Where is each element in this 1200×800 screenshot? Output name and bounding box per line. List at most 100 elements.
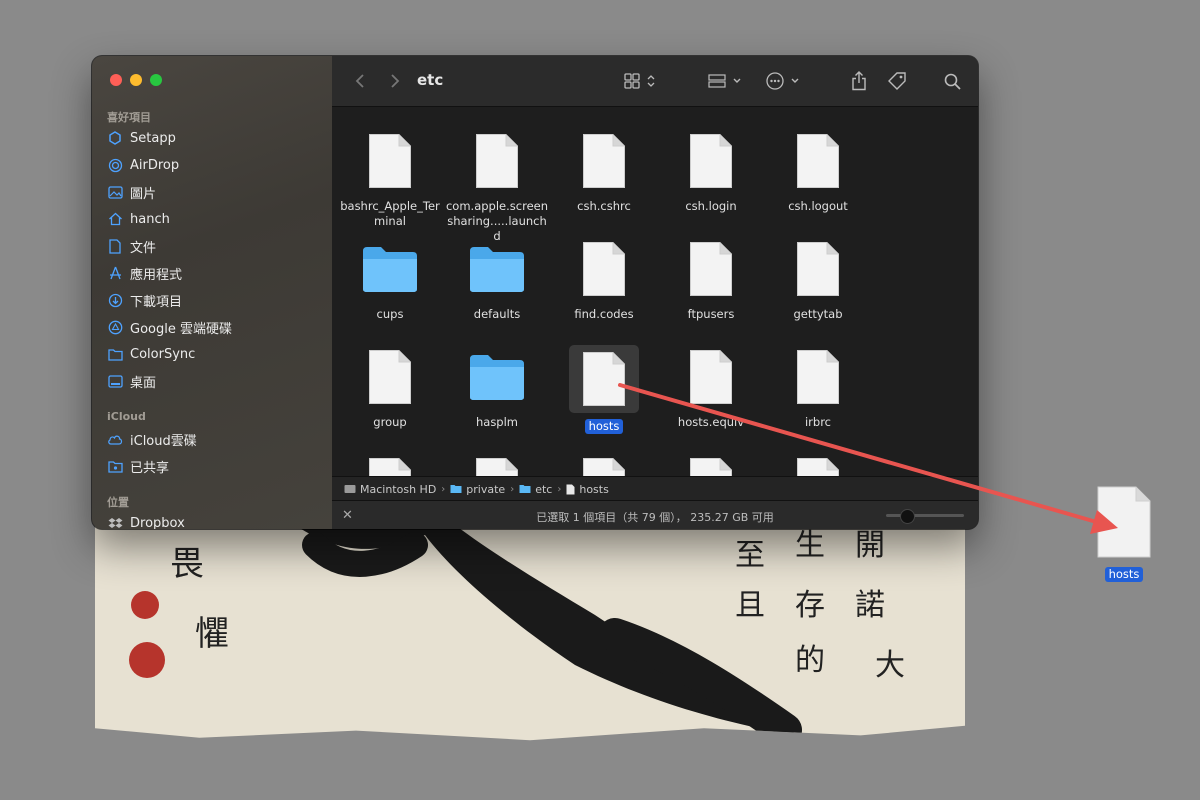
sidebar-item-home[interactable]: hanch: [107, 207, 170, 231]
svg-text:懼: 懼: [195, 614, 229, 654]
file-icon: [572, 237, 636, 301]
file-item-partial[interactable]: [765, 453, 871, 476]
document-icon: [107, 238, 123, 254]
file-item-hasplm[interactable]: hasplm: [444, 345, 550, 430]
sidebar-item-setapp[interactable]: Setapp: [107, 126, 176, 150]
svg-text:至: 至: [735, 538, 765, 573]
sidebar-item-shared[interactable]: 已共享: [107, 454, 169, 478]
folder-icon: [107, 346, 123, 362]
sidebar-section-icloud: iCloud: [107, 410, 146, 423]
file-item-find-codes[interactable]: find.codes: [551, 237, 657, 322]
file-item-partial[interactable]: [658, 453, 764, 476]
sidebar-item-applications[interactable]: 應用程式: [107, 261, 182, 285]
file-item-irbrc[interactable]: irbrc: [765, 345, 871, 430]
close-window-button[interactable]: [110, 74, 122, 86]
file-item-partial[interactable]: [337, 453, 443, 476]
path-segment-private[interactable]: private: [450, 483, 505, 496]
finder-window: 喜好項目 Setapp AirDrop 圖片 hanch 文件 應用程式 下載項…: [92, 56, 978, 529]
file-item-com-apple-screensharing-launchd[interactable]: com.apple.screen sharing.....launchd: [444, 129, 550, 244]
google-drive-icon: [107, 319, 123, 335]
file-item-bashrc-apple-terminal[interactable]: bashrc_Apple_Ter minal: [337, 129, 443, 229]
sidebar-item-label: 應用程式: [130, 267, 183, 283]
sidebar-item-desktop[interactable]: 桌面: [107, 369, 156, 393]
sidebar-item-airdrop[interactable]: AirDrop: [107, 153, 179, 177]
folder-icon: [465, 345, 529, 409]
icon-size-slider[interactable]: [886, 509, 964, 524]
applications-icon: [107, 265, 123, 281]
file-item-label: irbrc: [804, 415, 832, 429]
group-icon: [708, 74, 741, 88]
file-item-gettytab[interactable]: gettytab: [765, 237, 871, 322]
sidebar-item-label: AirDrop: [130, 157, 180, 173]
share-button[interactable]: [850, 71, 868, 91]
folder-icon: [465, 237, 529, 301]
path-segment-hosts[interactable]: hosts: [566, 483, 609, 496]
path-segment-macintosh-hd[interactable]: Macintosh HD: [344, 483, 436, 496]
sidebar-item-label: 已共享: [130, 460, 170, 476]
desktop-dragged-file[interactable]: hosts: [1092, 485, 1156, 582]
group-button[interactable]: [708, 71, 746, 91]
path-bar: Macintosh HD › private › etc › hosts: [332, 476, 978, 501]
sidebar-item-google-drive[interactable]: Google 雲端硬碟: [107, 315, 232, 339]
file-item-hosts-equiv[interactable]: hosts.equiv: [658, 345, 764, 430]
tag-button[interactable]: [886, 71, 908, 91]
file-icon: [679, 345, 743, 409]
window-controls: [110, 74, 162, 86]
back-button[interactable]: [352, 71, 368, 91]
sidebar-item-documents[interactable]: 文件: [107, 234, 156, 258]
file-icon: [679, 453, 743, 476]
zoom-window-button[interactable]: [150, 74, 162, 86]
sidebar-item-colorsync[interactable]: ColorSync: [107, 342, 195, 366]
search-icon: [944, 73, 961, 90]
file-item-partial[interactable]: [551, 453, 657, 476]
sidebar: 喜好項目 Setapp AirDrop 圖片 hanch 文件 應用程式 下載項…: [92, 56, 333, 529]
downloads-icon: [107, 292, 123, 308]
path-segment-label: etc: [535, 482, 553, 496]
home-icon: [107, 211, 123, 227]
airdrop-icon: [107, 157, 123, 173]
sidebar-item-label: iCloud雲碟: [130, 433, 197, 449]
sidebar-item-icloud-drive[interactable]: iCloud雲碟: [107, 427, 197, 451]
status-bar: ✕ 已選取 1 個項目（共 79 個）， 235.27 GB 可用: [332, 500, 978, 529]
sidebar-item-label: hanch: [130, 211, 170, 227]
file-icon: [566, 484, 575, 494]
view-mode-button[interactable]: [624, 71, 658, 91]
sidebar-item-label: 圖片: [130, 186, 157, 202]
file-item-group[interactable]: group: [337, 345, 443, 430]
path-segment-etc[interactable]: etc: [519, 483, 552, 496]
search-button[interactable]: [942, 71, 962, 91]
ellipsis-circle-icon: [766, 72, 799, 90]
svg-text:大: 大: [875, 648, 905, 683]
file-item-ftpusers[interactable]: ftpusers: [658, 237, 764, 322]
file-item-label: csh.logout: [788, 199, 848, 213]
sidebar-section-locations: 位置: [107, 496, 129, 509]
file-icon: [572, 453, 636, 476]
forward-button[interactable]: [387, 71, 403, 91]
chevron-left-icon: [355, 74, 364, 88]
chevron-right-icon: ›: [510, 483, 515, 495]
sidebar-item-label: ColorSync: [130, 346, 196, 362]
slider-knob[interactable]: [900, 509, 915, 524]
minimize-window-button[interactable]: [130, 74, 142, 86]
dragged-file-label: hosts: [1104, 567, 1144, 582]
file-item-partial[interactable]: [444, 453, 550, 476]
path-segment-label: private: [466, 482, 506, 496]
file-icon: [358, 453, 422, 476]
hard-drive-icon: [344, 485, 356, 493]
file-item-csh-login[interactable]: csh.login: [658, 129, 764, 214]
action-button[interactable]: [766, 71, 804, 91]
file-item-csh-cshrc[interactable]: csh.cshrc: [551, 129, 657, 214]
file-icon: [786, 237, 850, 301]
tag-icon: [888, 72, 906, 90]
file-item-hosts[interactable]: hosts: [551, 345, 657, 434]
sidebar-item-downloads[interactable]: 下載項目: [107, 288, 182, 312]
file-item-defaults[interactable]: defaults: [444, 237, 550, 322]
file-item-cups[interactable]: cups: [337, 237, 443, 322]
sidebar-item-label: Dropbox: [130, 515, 185, 530]
sidebar-item-pictures[interactable]: 圖片: [107, 180, 156, 204]
calligraphy-artwork: 畏 懼 至 且 生 存 開 諾 的 大: [95, 509, 965, 741]
sidebar-item-label: 文件: [130, 240, 157, 256]
sidebar-item-dropbox[interactable]: Dropbox: [107, 511, 185, 529]
sidebar-item-label: 桌面: [130, 375, 157, 391]
file-item-csh-logout[interactable]: csh.logout: [765, 129, 871, 214]
